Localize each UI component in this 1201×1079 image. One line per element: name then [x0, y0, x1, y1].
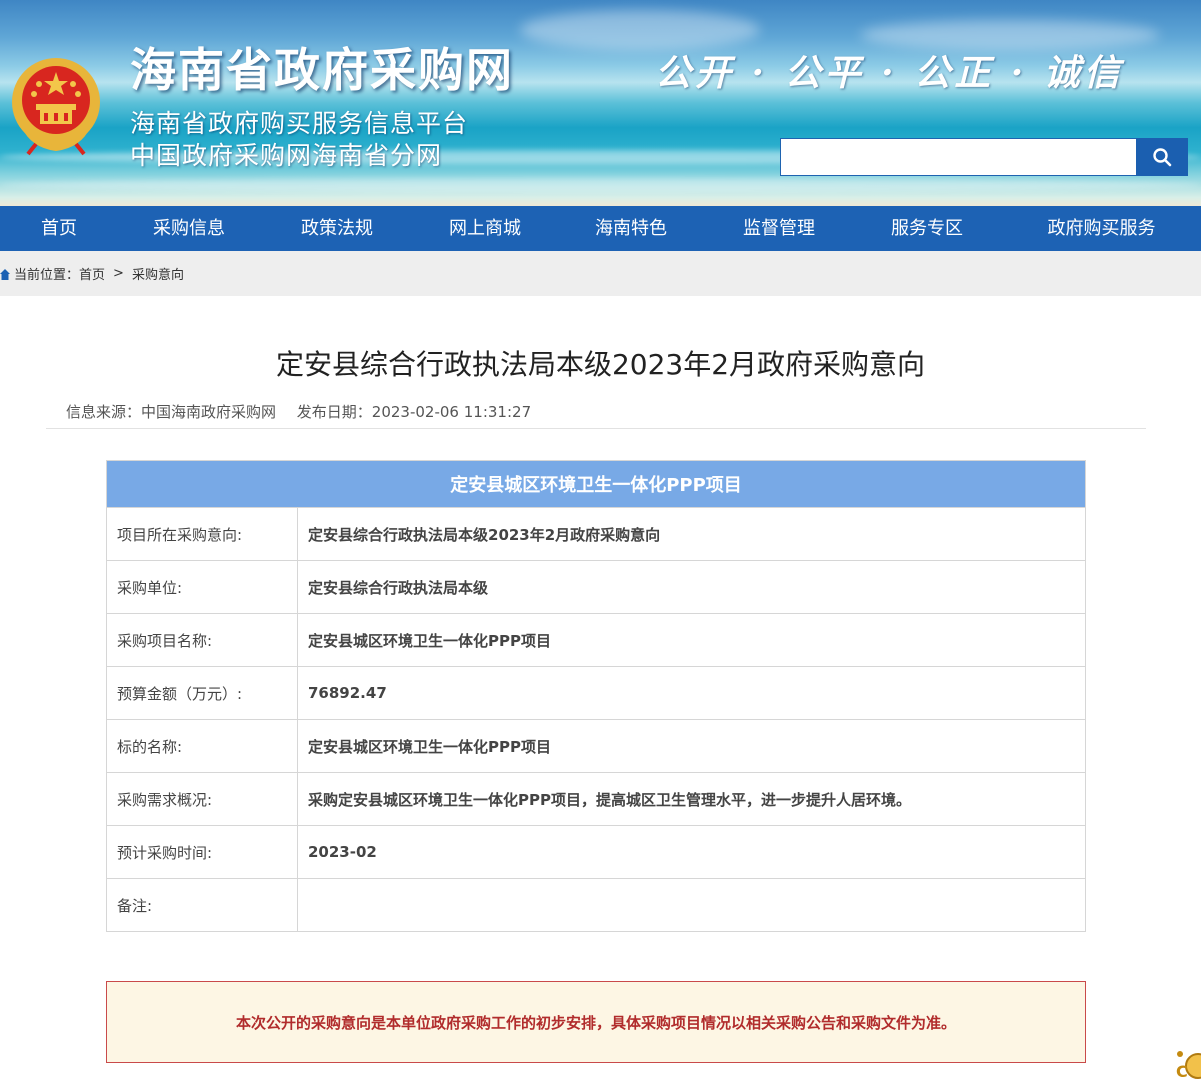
table-row: 预计采购时间: 2023-02: [106, 825, 1086, 879]
main-nav: 首页 采购信息 政策法规 网上商城 海南特色 监督管理 服务专区 政府购买服务: [0, 206, 1201, 251]
row-label: 项目所在采购意向:: [106, 507, 298, 561]
svg-text:C: C: [1176, 1062, 1188, 1079]
disclaimer-notice: 本次公开的采购意向是本单位政府采购工作的初步安排，具体采购项目情况以相关采购公告…: [106, 981, 1086, 1063]
row-label: 标的名称:: [106, 719, 298, 773]
breadcrumb-home-link[interactable]: 首页: [79, 264, 105, 283]
row-value: 76892.47: [297, 666, 1086, 720]
search-button[interactable]: [1136, 138, 1188, 176]
header-banner: 海南省政府采购网 海南省政府购买服务信息平台 中国政府采购网海南省分网 公开 ·…: [0, 0, 1201, 206]
table-row: 采购需求概况: 采购定安县城区环境卫生一体化PPP项目，提高城区卫生管理水平，进…: [106, 772, 1086, 826]
breadcrumb-prefix: 当前位置：: [14, 268, 80, 283]
breadcrumb-bar: 当前位置： 首页 > 采购意向: [0, 251, 1201, 296]
row-value: 定安县综合行政执法局本级: [297, 560, 1086, 614]
row-label: 预算金额（万元）:: [106, 666, 298, 720]
article-date: 发布日期：2023-02-06 11:31:27: [296, 403, 532, 421]
row-value: 定安县综合行政执法局本级2023年2月政府采购意向: [297, 507, 1086, 561]
breadcrumb: 当前位置： 首页 > 采购意向: [0, 264, 184, 283]
row-label: 备注:: [106, 878, 298, 932]
table-row: 采购单位: 定安县综合行政执法局本级: [106, 560, 1086, 614]
site-subtitle-1: 海南省政府购买服务信息平台: [130, 109, 469, 138]
article-title: 定安县综合行政执法局本级2023年2月政府采购意向: [275, 348, 926, 381]
national-emblem-logo: [12, 58, 100, 156]
row-label: 采购项目名称:: [106, 613, 298, 667]
notice-text: 本次公开的采购意向是本单位政府采购工作的初步安排，具体采购项目情况以相关采购公告…: [235, 1013, 956, 1032]
procurement-intent-table: 定安县城区环境卫生一体化PPP项目 项目所在采购意向: 定安县综合行政执法局本级…: [106, 460, 1086, 932]
search-icon: [1153, 148, 1172, 167]
row-label: 采购需求概况:: [106, 772, 298, 826]
search-box: [780, 138, 1188, 176]
site-subtitle-2: 中国政府采购网海南省分网: [130, 141, 443, 170]
table-row: 标的名称: 定安县城区环境卫生一体化PPP项目: [106, 719, 1086, 773]
row-value: [297, 878, 1086, 932]
row-value: 定安县城区环境卫生一体化PPP项目: [297, 719, 1086, 773]
floating-widget-icon[interactable]: C: [1172, 1044, 1201, 1079]
article-source: 信息来源：中国海南政府采购网: [66, 403, 277, 421]
table-row: 预算金额（万元）: 76892.47: [106, 666, 1086, 720]
nav-item-procurement-info[interactable]: 采购信息: [118, 206, 260, 251]
nav-item-gov-purchase-service[interactable]: 政府购买服务: [1002, 206, 1201, 251]
site-slogan: 公开 · 公平 · 公正 · 诚信: [655, 52, 1124, 94]
home-icon: [0, 268, 10, 280]
table-heading: 定安县城区环境卫生一体化PPP项目: [106, 460, 1086, 508]
breadcrumb-current-link[interactable]: 采购意向: [132, 264, 184, 283]
row-value: 定安县城区环境卫生一体化PPP项目: [297, 613, 1086, 667]
breadcrumb-separator: >: [113, 266, 124, 281]
row-value: 2023-02: [297, 825, 1086, 879]
nav-item-service-zone[interactable]: 服务专区: [852, 206, 1002, 251]
search-input[interactable]: [780, 138, 1136, 176]
nav-item-online-mall[interactable]: 网上商城: [414, 206, 556, 251]
table-header-row: 定安县城区环境卫生一体化PPP项目: [106, 460, 1086, 508]
site-title: 海南省政府采购网: [130, 43, 514, 97]
row-value: 采购定安县城区环境卫生一体化PPP项目，提高城区卫生管理水平，进一步提升人居环境…: [297, 772, 1086, 826]
row-label: 预计采购时间:: [106, 825, 298, 879]
nav-item-hainan-features[interactable]: 海南特色: [556, 206, 706, 251]
table-row: 采购项目名称: 定安县城区环境卫生一体化PPP项目: [106, 613, 1086, 667]
row-label: 采购单位:: [106, 560, 298, 614]
table-row: 项目所在采购意向: 定安县综合行政执法局本级2023年2月政府采购意向: [106, 507, 1086, 561]
table-row: 备注:: [106, 878, 1086, 932]
title-divider: [46, 428, 1146, 429]
nav-item-policies[interactable]: 政策法规: [260, 206, 414, 251]
nav-item-home[interactable]: 首页: [0, 206, 118, 251]
article-meta: 信息来源：中国海南政府采购网 发布日期：2023-02-06 11:31:27: [66, 401, 547, 422]
wave-decoration: [0, 178, 1201, 192]
nav-item-supervision[interactable]: 监督管理: [706, 206, 852, 251]
